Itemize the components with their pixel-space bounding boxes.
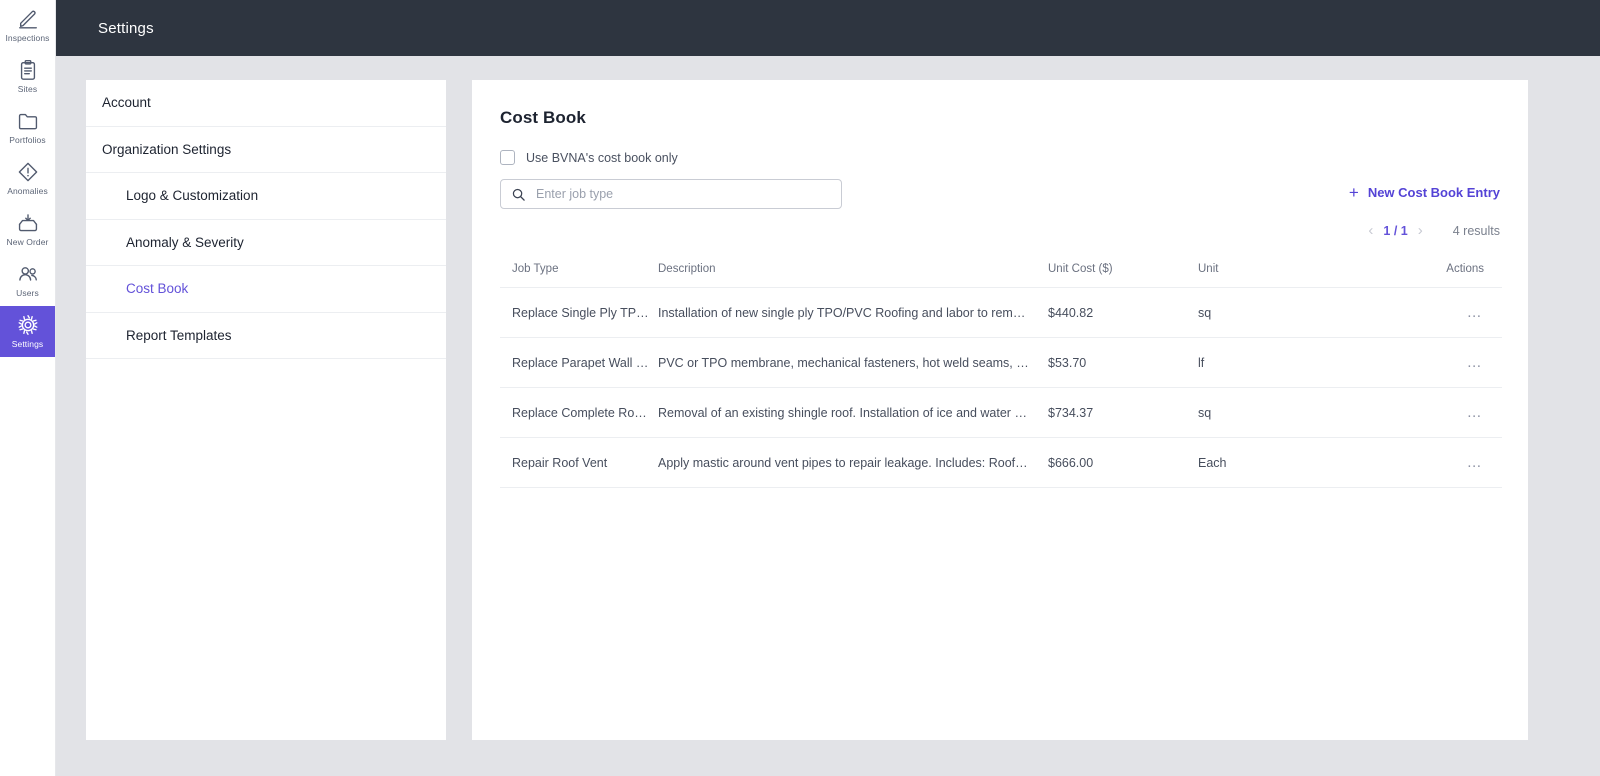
rail-item-anomalies[interactable]: Anomalies xyxy=(0,153,55,204)
primary-nav-rail: Inspections Sites Portfolios Anomalies N… xyxy=(0,0,56,776)
cell-job-type: Repair Roof Vent xyxy=(500,437,658,488)
column-header-description[interactable]: Description xyxy=(658,263,1048,288)
rail-label-sites: Sites xyxy=(17,84,38,94)
table-row[interactable]: Repair Roof Vent Apply mastic around ven… xyxy=(500,437,1502,488)
new-cost-book-entry-label: New Cost Book Entry xyxy=(1367,185,1500,200)
sidebar-item-label: Organization Settings xyxy=(102,141,232,157)
settings-nav-panel: Account Organization Settings Logo & Cus… xyxy=(86,80,446,740)
column-header-unit-cost[interactable]: Unit Cost ($) xyxy=(1048,263,1198,288)
chevron-left-icon[interactable]: ‹ xyxy=(1358,223,1383,239)
pagination: ‹ 1 / 1 › 4 results xyxy=(472,223,1528,251)
folder-icon xyxy=(17,110,39,132)
cell-unit: Each xyxy=(1198,437,1398,488)
rail-label-portfolios: Portfolios xyxy=(9,135,46,145)
table-header: Job Type Description Unit Cost ($) Unit … xyxy=(500,263,1502,288)
cell-unit-cost: $53.70 xyxy=(1048,337,1198,388)
rail-item-users[interactable]: Users xyxy=(0,255,55,306)
use-bvna-cost-book-label: Use BVNA's cost book only xyxy=(526,150,678,165)
cell-job-type: Replace Single Ply TP… xyxy=(500,287,658,338)
cell-description: Installation of new single ply TPO/PVC R… xyxy=(658,287,1048,338)
rail-item-settings[interactable]: Settings xyxy=(0,306,55,357)
table-row[interactable]: Replace Complete Ro… Removal of an exist… xyxy=(500,387,1502,438)
rail-item-new-order[interactable]: New Order xyxy=(0,204,55,255)
row-actions-menu-icon[interactable]: … xyxy=(1467,304,1484,321)
cell-actions: … xyxy=(1398,337,1502,388)
rail-item-portfolios[interactable]: Portfolios xyxy=(0,102,55,153)
new-cost-book-entry-button[interactable]: + New Cost Book Entry xyxy=(1349,181,1500,204)
table-header-row: Job Type Description Unit Cost ($) Unit … xyxy=(500,263,1502,288)
sidebar-item-logo-customization[interactable]: Logo & Customization xyxy=(86,173,446,220)
sidebar-item-label: Account xyxy=(102,95,151,111)
row-actions-menu-icon[interactable]: … xyxy=(1467,454,1484,471)
rail-item-inspections[interactable]: Inspections xyxy=(0,0,55,51)
cost-book-title: Cost Book xyxy=(500,108,586,127)
cell-unit: sq xyxy=(1198,287,1398,338)
cell-unit-cost: $440.82 xyxy=(1048,287,1198,338)
page-title: Settings xyxy=(98,19,154,37)
row-actions-menu-icon[interactable]: … xyxy=(1467,404,1484,421)
sidebar-item-report-templates[interactable]: Report Templates xyxy=(86,313,446,359)
cell-actions: … xyxy=(1398,437,1502,488)
cell-description: Apply mastic around vent pipes to repair… xyxy=(658,437,1048,488)
search-icon xyxy=(511,187,526,202)
cell-unit: lf xyxy=(1198,337,1398,388)
cell-actions: … xyxy=(1398,287,1502,338)
column-header-actions: Actions xyxy=(1398,263,1502,288)
rail-label-users: Users xyxy=(16,288,39,298)
page-indicator: 1 / 1 xyxy=(1383,224,1408,238)
use-bvna-cost-book-checkbox[interactable] xyxy=(500,150,515,165)
cell-unit-cost: $734.37 xyxy=(1048,387,1198,438)
cost-book-panel: Cost Book Use BVNA's cost book only Ente… xyxy=(472,80,1528,740)
chevron-right-icon[interactable]: › xyxy=(1408,223,1433,239)
search-input[interactable] xyxy=(536,187,841,201)
rail-item-sites[interactable]: Sites xyxy=(0,51,55,102)
sidebar-item-label: Cost Book xyxy=(126,281,189,297)
cost-book-table: Job Type Description Unit Cost ($) Unit … xyxy=(500,263,1502,488)
inbox-download-icon xyxy=(17,212,39,234)
rail-label-new-order: New Order xyxy=(6,237,49,247)
top-app-bar: Settings xyxy=(56,0,1600,56)
app-root: Inspections Sites Portfolios Anomalies N… xyxy=(0,0,1600,776)
cell-unit: sq xyxy=(1198,387,1398,438)
gear-icon xyxy=(17,314,39,336)
table-row[interactable]: Replace Single Ply TP… Installation of n… xyxy=(500,287,1502,338)
cost-book-toolbar: + New Cost Book Entry xyxy=(472,179,1528,213)
table-row[interactable]: Replace Parapet Wall … PVC or TPO membra… xyxy=(500,337,1502,388)
results-count: 4 results xyxy=(1452,224,1500,238)
rail-label-inspections: Inspections xyxy=(5,33,50,43)
cell-unit-cost: $666.00 xyxy=(1048,437,1198,488)
column-header-unit[interactable]: Unit xyxy=(1198,263,1398,288)
use-bvna-cost-book-row[interactable]: Use BVNA's cost book only xyxy=(500,150,1528,165)
rail-label-settings: Settings xyxy=(11,339,44,349)
column-header-job-type[interactable]: Job Type xyxy=(500,263,658,288)
sidebar-item-anomaly-severity[interactable]: Anomaly & Severity xyxy=(86,220,446,266)
row-actions-menu-icon[interactable]: … xyxy=(1467,354,1484,371)
sidebar-item-organization-settings[interactable]: Organization Settings xyxy=(86,127,446,173)
sidebar-item-cost-book[interactable]: Cost Book xyxy=(86,266,446,313)
users-icon xyxy=(17,263,39,285)
workspace: Account Organization Settings Logo & Cus… xyxy=(56,56,1600,776)
plus-icon: + xyxy=(1348,183,1359,202)
cell-job-type: Replace Parapet Wall … xyxy=(500,337,658,388)
rail-label-new-anomalies: Anomalies xyxy=(7,186,48,196)
cost-book-table-wrap: Job Type Description Unit Cost ($) Unit … xyxy=(472,263,1528,488)
sidebar-item-label: Anomaly & Severity xyxy=(126,234,244,250)
table-body: Replace Single Ply TP… Installation of n… xyxy=(500,287,1502,488)
clipboard-icon xyxy=(17,59,39,81)
search-field[interactable] xyxy=(500,179,842,209)
sidebar-item-account[interactable]: Account xyxy=(86,80,446,127)
diamond-alert-icon xyxy=(17,161,39,183)
cell-description: PVC or TPO membrane, mechanical fastener… xyxy=(658,337,1048,388)
cell-job-type: Replace Complete Ro… xyxy=(500,387,658,438)
cell-description: Removal of an existing shingle roof. Ins… xyxy=(658,387,1048,438)
sidebar-item-label: Report Templates xyxy=(126,327,232,343)
pencil-icon xyxy=(17,8,39,30)
cell-actions: … xyxy=(1398,387,1502,438)
sidebar-item-label: Logo & Customization xyxy=(126,188,259,204)
